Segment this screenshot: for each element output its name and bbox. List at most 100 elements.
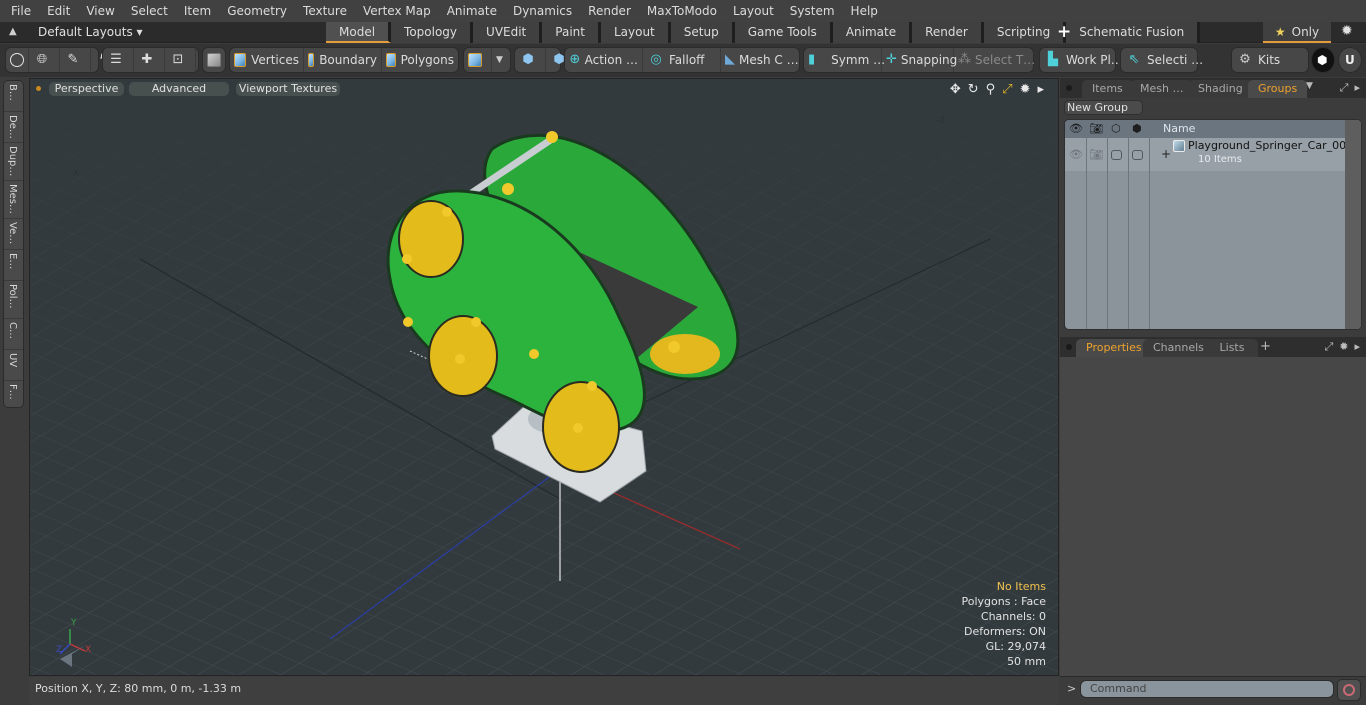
- add-panel-tab-button[interactable]: +: [1260, 339, 1271, 354]
- material-dropdown[interactable]: ▼: [492, 48, 507, 72]
- viewport-settings-icon[interactable]: ✹: [1020, 82, 1031, 97]
- tab-model[interactable]: Model: [326, 22, 392, 43]
- tab-lists[interactable]: Lists: [1206, 339, 1258, 357]
- menu-item[interactable]: Item: [176, 0, 219, 22]
- add-layout-tab-button[interactable]: +: [1057, 22, 1071, 42]
- 3d-viewport[interactable]: Y X Z -X -Z Perspective Advanced Viewpor…: [29, 78, 1059, 676]
- work-plane-button[interactable]: ▙ Work Pl…: [1040, 48, 1127, 72]
- menu-file[interactable]: File: [3, 0, 39, 22]
- tab-channels[interactable]: Channels: [1143, 339, 1214, 357]
- row-visibility-toggle[interactable]: 👁︎: [1069, 148, 1083, 161]
- settings-gear-icon[interactable]: ✹: [1341, 23, 1353, 39]
- tab-shading[interactable]: Shading: [1188, 80, 1253, 98]
- rotate-icon[interactable]: ↻: [968, 82, 979, 97]
- kits-button[interactable]: ⚙ Kits: [1232, 48, 1284, 72]
- selection-sets-button[interactable]: ⇖ Selecti …: [1121, 48, 1207, 72]
- select-through-button[interactable]: ⁂ Select T…: [954, 48, 1035, 72]
- pen-tool-button[interactable]: ✎: [60, 48, 91, 72]
- action-center-button[interactable]: ⊕ Action …: [565, 48, 643, 72]
- tab-render[interactable]: Render: [912, 22, 984, 43]
- menu-edit[interactable]: Edit: [39, 0, 78, 22]
- visibility-eye-icon[interactable]: 👁︎: [1069, 122, 1083, 135]
- panel-settings-icon[interactable]: ✹: [1339, 340, 1348, 354]
- menu-view[interactable]: View: [78, 0, 122, 22]
- tab-topology[interactable]: Topology: [391, 22, 474, 43]
- command-input[interactable]: Command: [1080, 680, 1334, 698]
- tab-animate[interactable]: Animate: [832, 22, 913, 43]
- menu-geometry[interactable]: Geometry: [219, 0, 295, 22]
- new-group-button[interactable]: New Group: [1064, 100, 1143, 115]
- menu-vertex-map[interactable]: Vertex Map: [355, 0, 439, 22]
- stack-button[interactable]: ☰: [103, 48, 134, 72]
- left-tab-edge[interactable]: E…: [4, 250, 23, 281]
- row-lock-toggle[interactable]: [1111, 150, 1122, 160]
- item-mode-button[interactable]: [203, 48, 230, 72]
- perspective-button[interactable]: Perspective: [49, 82, 124, 96]
- boundary-button[interactable]: Boundary: [304, 48, 382, 72]
- panel-arrow-icon[interactable]: ▸: [1354, 81, 1360, 95]
- left-tab-uv[interactable]: UV: [4, 350, 23, 381]
- unreal-button[interactable]: U: [1338, 47, 1362, 73]
- expand-arrow-icon[interactable]: ▸: [1037, 82, 1044, 97]
- maximize-panel-icon[interactable]: ⤢: [1340, 81, 1349, 95]
- snapping-button[interactable]: ✛ Snapping: [882, 48, 957, 72]
- only-button[interactable]: ★ Only: [1263, 22, 1331, 43]
- default-layouts-dropdown[interactable]: Default Layouts ▾: [38, 25, 143, 39]
- mesh-constraint-button[interactable]: ◣ Mesh C …: [721, 48, 799, 72]
- falloff-button[interactable]: ◎ Falloff: [643, 48, 721, 72]
- menu-texture[interactable]: Texture: [295, 0, 355, 22]
- tab-properties[interactable]: Properties: [1076, 339, 1152, 357]
- zoom-icon[interactable]: ⚲: [986, 82, 996, 97]
- menu-maxtomodo[interactable]: MaxToModo: [639, 0, 725, 22]
- row-select-toggle[interactable]: [1132, 150, 1143, 160]
- left-tab-deform[interactable]: De…: [4, 112, 23, 143]
- left-tab-fusion[interactable]: F…: [4, 381, 23, 412]
- lock-cube-icon[interactable]: ⬡: [1111, 122, 1121, 135]
- tab-layout[interactable]: Layout: [600, 22, 671, 43]
- menu-render[interactable]: Render: [580, 0, 639, 22]
- render-camera-icon[interactable]: 📷︎: [1089, 122, 1103, 135]
- tab-items[interactable]: Items: [1082, 80, 1133, 98]
- polygons-button[interactable]: Polygons: [382, 48, 458, 72]
- tab-paint[interactable]: Paint: [542, 22, 601, 43]
- groups-scrollbar[interactable]: [1345, 120, 1361, 329]
- material-mode-button[interactable]: [464, 48, 492, 72]
- tab-game-tools[interactable]: Game Tools: [734, 22, 833, 43]
- left-tab-vertex[interactable]: Ve…: [4, 219, 23, 250]
- viewport-textures-button[interactable]: Viewport Textures: [236, 82, 340, 96]
- select-cube-icon[interactable]: ⬢: [1132, 122, 1142, 135]
- collapse-up-icon[interactable]: ▲: [9, 26, 17, 37]
- pan-icon[interactable]: ✥: [950, 82, 961, 97]
- panel-arrow-icon[interactable]: ▸: [1354, 340, 1360, 354]
- tab-scripting[interactable]: Scripting: [983, 22, 1067, 43]
- tab-setup[interactable]: Setup: [670, 22, 735, 43]
- vertices-button[interactable]: Vertices: [230, 48, 304, 72]
- menu-layout[interactable]: Layout: [725, 0, 782, 22]
- record-macro-button[interactable]: [1337, 679, 1361, 701]
- symmetry-button[interactable]: ▮ Symm …: [804, 48, 885, 72]
- left-tab-basic[interactable]: B…: [4, 81, 23, 112]
- left-tab-polygon[interactable]: Pol…: [4, 281, 23, 319]
- expand-group-button[interactable]: +: [1161, 147, 1171, 161]
- menu-select[interactable]: Select: [123, 0, 176, 22]
- menu-help[interactable]: Help: [843, 0, 886, 22]
- modo-cube-button[interactable]: ⬢: [1311, 47, 1335, 73]
- world-transform-button[interactable]: ⬢: [515, 48, 546, 72]
- menu-dynamics[interactable]: Dynamics: [505, 0, 580, 22]
- menu-animate[interactable]: Animate: [439, 0, 505, 22]
- tab-uvedit[interactable]: UVEdit: [473, 22, 543, 43]
- globe-button[interactable]: 🌐︎: [29, 48, 60, 72]
- left-tab-curve[interactable]: C…: [4, 319, 23, 350]
- circle-select-button[interactable]: [6, 48, 29, 72]
- row-render-toggle[interactable]: 📷︎: [1089, 148, 1103, 161]
- advanced-shading-button[interactable]: Advanced: [129, 82, 229, 96]
- menu-system[interactable]: System: [782, 0, 843, 22]
- maximize-panel-icon[interactable]: ⤢: [1324, 340, 1333, 354]
- maximize-icon[interactable]: ⤢: [1002, 82, 1012, 97]
- cross-button[interactable]: ✚: [134, 48, 165, 72]
- tab-schematic-fusion[interactable]: Schematic Fusion: [1066, 22, 1201, 43]
- square-circle-button[interactable]: ⊡: [165, 48, 196, 72]
- tab-groups[interactable]: Groups: [1248, 80, 1308, 98]
- group-name[interactable]: Playground_Springer_Car_00 …: [1188, 139, 1361, 152]
- tabs-dropdown-icon[interactable]: ▼: [1306, 81, 1313, 91]
